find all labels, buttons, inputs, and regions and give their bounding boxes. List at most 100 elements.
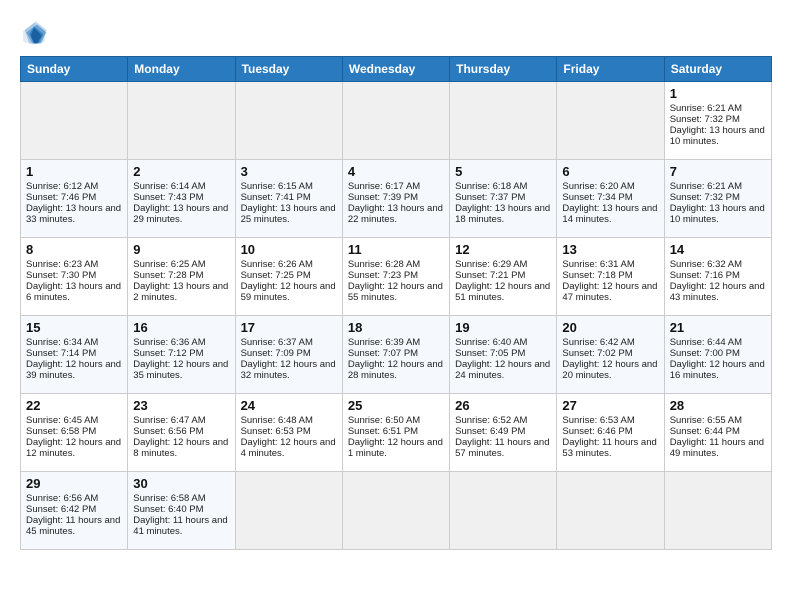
calendar-cell: 10Sunrise: 6:26 AMSunset: 7:25 PMDayligh… — [235, 238, 342, 316]
day-number: 6 — [562, 164, 658, 179]
col-header-friday: Friday — [557, 57, 664, 82]
sunset-text: Sunset: 6:49 PM — [455, 426, 551, 437]
daylight-text: Daylight: 12 hours and 8 minutes. — [133, 437, 229, 459]
sunset-text: Sunset: 6:46 PM — [562, 426, 658, 437]
day-number: 27 — [562, 398, 658, 413]
day-number: 28 — [670, 398, 766, 413]
sunrise-text: Sunrise: 6:52 AM — [455, 415, 551, 426]
sunrise-text: Sunrise: 6:18 AM — [455, 181, 551, 192]
calendar-cell: 13Sunrise: 6:31 AMSunset: 7:18 PMDayligh… — [557, 238, 664, 316]
sunset-text: Sunset: 6:53 PM — [241, 426, 337, 437]
daylight-text: Daylight: 12 hours and 24 minutes. — [455, 359, 551, 381]
col-header-saturday: Saturday — [664, 57, 771, 82]
sunrise-text: Sunrise: 6:31 AM — [562, 259, 658, 270]
calendar-cell: 14Sunrise: 6:32 AMSunset: 7:16 PMDayligh… — [664, 238, 771, 316]
calendar-cell: 24Sunrise: 6:48 AMSunset: 6:53 PMDayligh… — [235, 394, 342, 472]
sunset-text: Sunset: 7:09 PM — [241, 348, 337, 359]
daylight-text: Daylight: 11 hours and 49 minutes. — [670, 437, 766, 459]
calendar-cell — [557, 472, 664, 550]
day-number: 15 — [26, 320, 122, 335]
daylight-text: Daylight: 13 hours and 10 minutes. — [670, 203, 766, 225]
sunset-text: Sunset: 7:12 PM — [133, 348, 229, 359]
sunset-text: Sunset: 7:30 PM — [26, 270, 122, 281]
daylight-text: Daylight: 13 hours and 10 minutes. — [670, 125, 766, 147]
week-row-1: 1Sunrise: 6:12 AMSunset: 7:46 PMDaylight… — [21, 160, 772, 238]
calendar-cell: 12Sunrise: 6:29 AMSunset: 7:21 PMDayligh… — [450, 238, 557, 316]
sunset-text: Sunset: 7:28 PM — [133, 270, 229, 281]
calendar-table: SundayMondayTuesdayWednesdayThursdayFrid… — [20, 56, 772, 550]
calendar-cell: 25Sunrise: 6:50 AMSunset: 6:51 PMDayligh… — [342, 394, 449, 472]
calendar-cell: 9Sunrise: 6:25 AMSunset: 7:28 PMDaylight… — [128, 238, 235, 316]
calendar-cell: 6Sunrise: 6:20 AMSunset: 7:34 PMDaylight… — [557, 160, 664, 238]
calendar-cell — [235, 472, 342, 550]
page: SundayMondayTuesdayWednesdayThursdayFrid… — [0, 0, 792, 612]
day-number: 17 — [241, 320, 337, 335]
daylight-text: Daylight: 11 hours and 41 minutes. — [133, 515, 229, 537]
sunset-text: Sunset: 7:02 PM — [562, 348, 658, 359]
day-number: 7 — [670, 164, 766, 179]
sunrise-text: Sunrise: 6:32 AM — [670, 259, 766, 270]
sunrise-text: Sunrise: 6:56 AM — [26, 493, 122, 504]
calendar-cell: 11Sunrise: 6:28 AMSunset: 7:23 PMDayligh… — [342, 238, 449, 316]
sunrise-text: Sunrise: 6:17 AM — [348, 181, 444, 192]
week-row-5: 29Sunrise: 6:56 AMSunset: 6:42 PMDayligh… — [21, 472, 772, 550]
day-number: 30 — [133, 476, 229, 491]
day-number: 1 — [26, 164, 122, 179]
calendar-cell: 1Sunrise: 6:21 AMSunset: 7:32 PMDaylight… — [664, 82, 771, 160]
daylight-text: Daylight: 12 hours and 16 minutes. — [670, 359, 766, 381]
calendar-cell: 19Sunrise: 6:40 AMSunset: 7:05 PMDayligh… — [450, 316, 557, 394]
daylight-text: Daylight: 13 hours and 33 minutes. — [26, 203, 122, 225]
week-row-4: 22 Sunrise: 6:45 AMSunset: 6:58 PM Dayligh… — [21, 394, 772, 472]
header — [20, 16, 772, 48]
sunrise-text: Sunrise: 6:26 AM — [241, 259, 337, 270]
daylight-text: Daylight: 13 hours and 2 minutes. — [133, 281, 229, 303]
sunset-text: Sunset: 7:32 PM — [670, 114, 766, 125]
sunset-text: Sunset: 7:46 PM — [26, 192, 122, 203]
calendar-cell: 16Sunrise: 6:36 AMSunset: 7:12 PMDayligh… — [128, 316, 235, 394]
calendar-cell: 20Sunrise: 6:42 AMSunset: 7:02 PMDayligh… — [557, 316, 664, 394]
sunrise-text: Sunrise: 6:25 AM — [133, 259, 229, 270]
logo — [20, 20, 50, 48]
day-number: 5 — [455, 164, 551, 179]
daylight-text: Daylight: 12 hours and 32 minutes. — [241, 359, 337, 381]
sunset-text: Sunset: 7:05 PM — [455, 348, 551, 359]
day-number: 26 — [455, 398, 551, 413]
sunset-text: Sunset: 7:07 PM — [348, 348, 444, 359]
day-number: 21 — [670, 320, 766, 335]
daylight-text: Daylight: 13 hours and 18 minutes. — [455, 203, 551, 225]
calendar-cell: 18Sunrise: 6:39 AMSunset: 7:07 PMDayligh… — [342, 316, 449, 394]
day-number: 8 — [26, 242, 122, 257]
col-header-monday: Monday — [128, 57, 235, 82]
calendar-cell — [342, 472, 449, 550]
calendar-cell — [21, 82, 128, 160]
logo-icon — [20, 20, 48, 48]
sunrise-text: Sunrise: 6:58 AM — [133, 493, 229, 504]
daylight-text: Daylight: 13 hours and 6 minutes. — [26, 281, 122, 303]
sunset-text: Sunset: 6:42 PM — [26, 504, 122, 515]
calendar-cell: 2Sunrise: 6:14 AMSunset: 7:43 PMDaylight… — [128, 160, 235, 238]
sunrise-text: Sunrise: 6:45 AM — [26, 415, 122, 426]
sunrise-text: Sunrise: 6:36 AM — [133, 337, 229, 348]
calendar-cell: 27Sunrise: 6:53 AMSunset: 6:46 PMDayligh… — [557, 394, 664, 472]
sunset-text: Sunset: 7:43 PM — [133, 192, 229, 203]
day-number: 22 — [26, 398, 122, 413]
day-number: 25 — [348, 398, 444, 413]
sunrise-text: Sunrise: 6:21 AM — [670, 181, 766, 192]
calendar-cell: 30 Sunrise: 6:58 AMSunset: 6:40 PMDayligh… — [128, 472, 235, 550]
sunset-text: Sunset: 6:40 PM — [133, 504, 229, 515]
sunrise-text: Sunrise: 6:50 AM — [348, 415, 444, 426]
col-header-tuesday: Tuesday — [235, 57, 342, 82]
day-number: 2 — [133, 164, 229, 179]
day-number: 24 — [241, 398, 337, 413]
sunset-text: Sunset: 7:16 PM — [670, 270, 766, 281]
sunset-text: Sunset: 7:41 PM — [241, 192, 337, 203]
calendar-cell — [450, 472, 557, 550]
calendar-cell — [450, 82, 557, 160]
daylight-text: Daylight: 11 hours and 57 minutes. — [455, 437, 551, 459]
sunrise-text: Sunrise: 6:34 AM — [26, 337, 122, 348]
sunrise-text: Sunrise: 6:55 AM — [670, 415, 766, 426]
calendar-header-row: SundayMondayTuesdayWednesdayThursdayFrid… — [21, 57, 772, 82]
sunset-text: Sunset: 7:00 PM — [670, 348, 766, 359]
sunrise-text: Sunrise: 6:39 AM — [348, 337, 444, 348]
sunset-text: Sunset: 6:58 PM — [26, 426, 122, 437]
